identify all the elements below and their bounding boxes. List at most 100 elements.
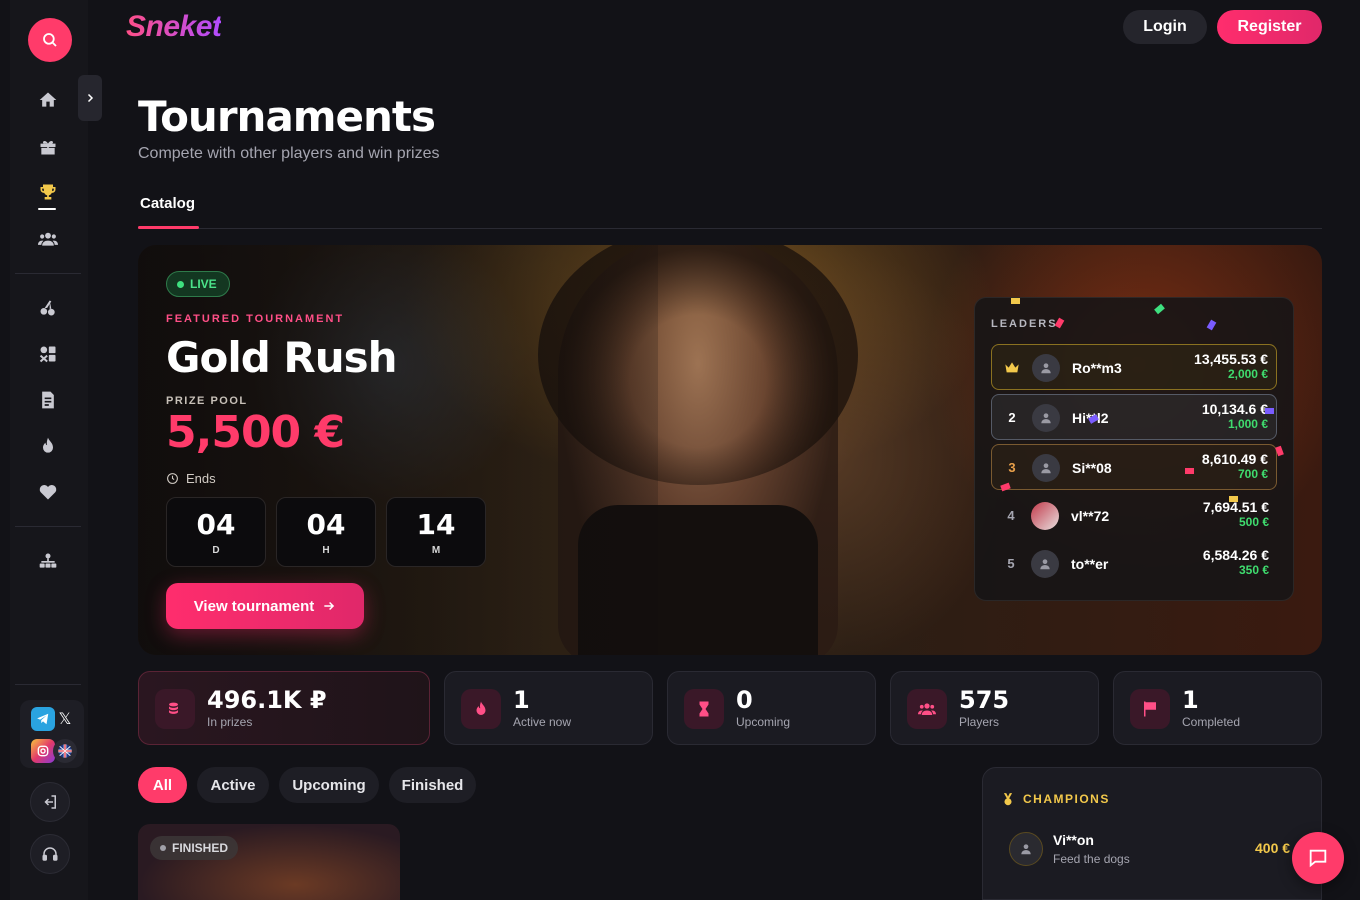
leader-rank: 2 [1008, 410, 1016, 425]
leaders-panel: LEADERS Ro**m3 13,455.53 € 2,000 € 2 Hi*… [974, 297, 1294, 601]
leader-reward: 500 € [1238, 515, 1269, 529]
fire-icon [461, 689, 501, 729]
sidebar-item-hot[interactable] [36, 434, 60, 458]
stat-label: In prizes [207, 715, 253, 729]
timer-hours: 04 H [276, 497, 376, 567]
document-icon [42, 391, 54, 409]
sidebar-item-community[interactable] [36, 227, 60, 251]
logout-button[interactable] [30, 782, 70, 822]
stat-label: Active now [513, 715, 572, 729]
instagram-icon[interactable] [31, 739, 55, 763]
view-tournament-button[interactable]: View tournament [166, 583, 364, 629]
leader-rank: 3 [1008, 460, 1016, 475]
ends-row: Ends [166, 471, 216, 486]
leader-amount: 6,584.26 € [1202, 547, 1269, 563]
stat-label: Completed [1182, 715, 1241, 729]
leader-row[interactable]: Ro**m3 13,455.53 € 2,000 € [991, 344, 1277, 390]
clock-icon [167, 473, 178, 484]
telegram-icon[interactable] [31, 707, 55, 731]
tab-active-underline [138, 226, 199, 229]
logo[interactable]: Sneket [126, 10, 222, 44]
support-button[interactable] [30, 834, 70, 874]
user-icon [1040, 559, 1050, 570]
sidebar-item-documents[interactable] [36, 388, 60, 412]
heart-icon [39, 484, 57, 500]
timer-minutes: 14 M [386, 497, 486, 567]
prize-pool-label: PRIZE POOL [166, 395, 248, 407]
sidebar-item-favorites[interactable] [36, 480, 60, 504]
hourglass-icon [684, 689, 724, 729]
sidebar-item-games[interactable] [36, 342, 60, 366]
sidebar-item-tournaments[interactable] [36, 180, 60, 204]
finished-badge: FINISHED [150, 836, 239, 860]
filter-all[interactable]: All [138, 767, 187, 803]
medal-icon [1003, 793, 1013, 806]
sidebar-item-gift[interactable] [36, 135, 60, 159]
prize-pool-value: 5,500 € [166, 407, 345, 458]
page-subtitle: Compete with other players and win prize… [138, 145, 440, 162]
social-links: 𝕏 [20, 700, 84, 768]
avatar-photo [1031, 502, 1059, 530]
language-flag-icon[interactable] [53, 739, 77, 763]
sidebar-collapse-button[interactable] [78, 75, 102, 121]
filter-active[interactable]: Active [197, 767, 269, 803]
tournament-card-image[interactable]: FINISHED [138, 824, 400, 900]
crown-icon [1004, 360, 1020, 377]
avatar [1032, 404, 1060, 432]
stat-completed: 1 Completed [1113, 671, 1322, 745]
active-indicator [38, 208, 56, 210]
register-button[interactable]: Register [1217, 10, 1322, 44]
confetti [1206, 319, 1217, 331]
leader-row[interactable]: 3 Si**08 8,610.49 € 700 € [991, 444, 1277, 490]
x-twitter-icon[interactable]: 𝕏 [53, 707, 77, 731]
featured-tournament-banner: LIVE FEATURED TOURNAMENT Gold Rush PRIZE… [138, 245, 1322, 655]
filter-finished[interactable]: Finished [389, 767, 476, 803]
coins-icon [155, 689, 195, 729]
sidebar-item-slots[interactable] [36, 296, 60, 320]
leader-reward: 1,000 € [1227, 417, 1268, 431]
timer-value: 14 [416, 508, 456, 541]
search-button[interactable] [28, 18, 72, 62]
tab-divider [138, 228, 1322, 229]
tab-catalog[interactable]: Catalog [140, 195, 195, 212]
leader-row[interactable]: 2 Hi**l2 10,134.6 € 1,000 € [991, 394, 1277, 440]
tournament-title: Gold Rush [166, 333, 398, 382]
view-tournament-label: View tournament [193, 597, 315, 615]
stat-active-now: 1 Active now [444, 671, 653, 745]
filter-upcoming[interactable]: Upcoming [279, 767, 379, 803]
page-title: Tournaments [138, 92, 436, 141]
user-icon [1041, 363, 1051, 374]
live-label: LIVE [190, 277, 217, 291]
live-dot-icon [177, 280, 184, 288]
search-icon [43, 33, 57, 47]
champion-prize: 400 € [1255, 840, 1291, 856]
timer-value: 04 [306, 508, 346, 541]
arrow-right-icon [324, 601, 335, 611]
sidebar-item-affiliate[interactable] [36, 549, 60, 573]
chat-button[interactable] [1292, 832, 1344, 884]
leader-name: Ro**m3 [1072, 360, 1122, 376]
user-icon [1041, 413, 1051, 424]
sidebar-divider [15, 526, 81, 527]
timer-value: 04 [196, 508, 236, 541]
avatar [1032, 354, 1060, 382]
champion-name: Vi**on [1053, 832, 1094, 848]
stat-in-prizes: 496.1K ₽ In prizes [138, 671, 430, 745]
champions-title-label: CHAMPIONS [1023, 792, 1110, 806]
avatar [1031, 550, 1059, 578]
confetti [1154, 303, 1165, 315]
leader-row[interactable]: 5 to**er 6,584.26 € 350 € [991, 541, 1277, 587]
confetti [1229, 496, 1238, 502]
stat-players: 575 Players [890, 671, 1099, 745]
leader-reward: 2,000 € [1227, 367, 1268, 381]
leader-name: to**er [1071, 556, 1109, 572]
sidebar-item-home[interactable] [36, 88, 60, 112]
sidebar: 𝕏 [10, 0, 88, 900]
avatar [1009, 832, 1043, 866]
ends-label: Ends [186, 471, 216, 486]
stat-value: 0 [736, 686, 753, 714]
login-button[interactable]: Login [1123, 10, 1207, 44]
finished-label: FINISHED [172, 841, 229, 855]
stat-value: 1 [513, 686, 530, 714]
featured-label: FEATURED TOURNAMENT [166, 313, 345, 325]
